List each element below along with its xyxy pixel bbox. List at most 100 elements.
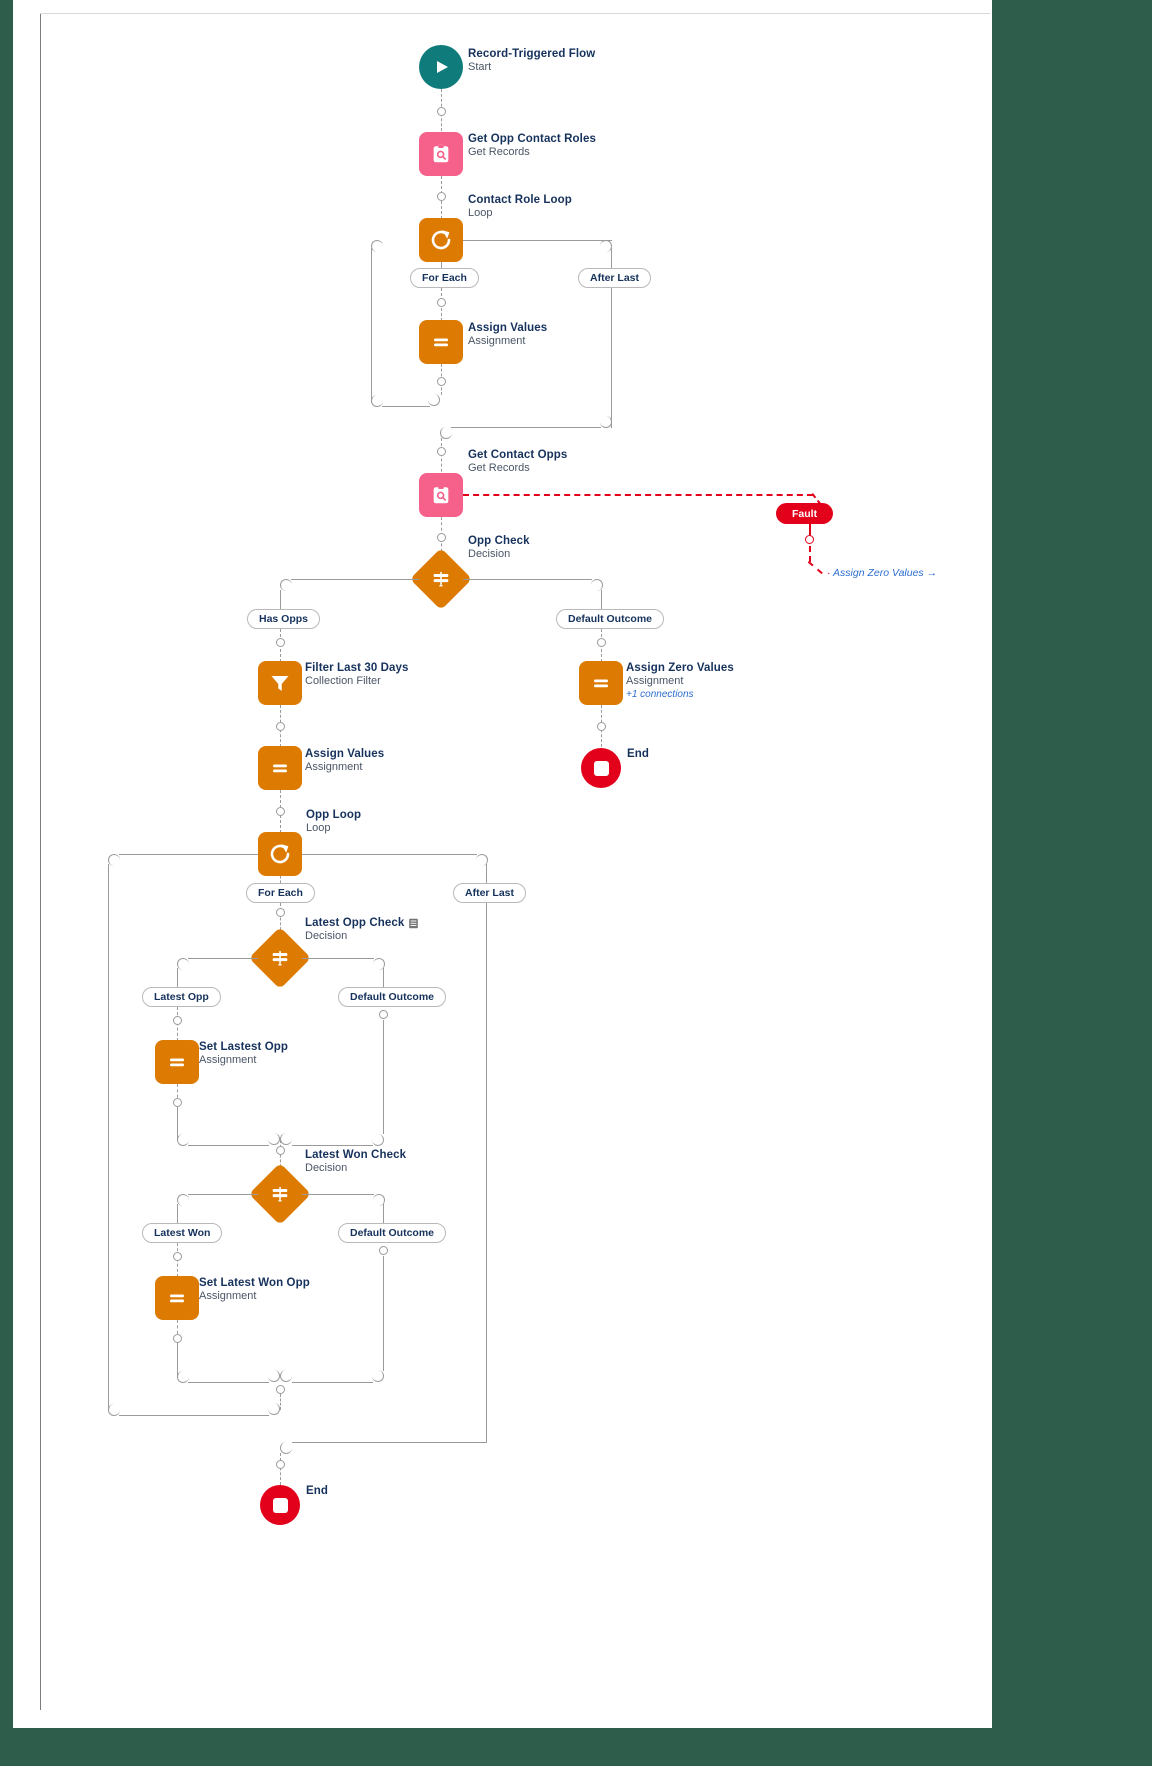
node-contact-role-loop-label: Contact Role Loop Loop bbox=[468, 194, 572, 220]
node-assign-zero-values[interactable] bbox=[579, 661, 623, 705]
latest-opp-merge-left-line bbox=[188, 1145, 269, 1146]
connector-add-dot[interactable] bbox=[173, 1334, 182, 1343]
node-end-2[interactable] bbox=[260, 1485, 300, 1525]
node-start-label: Record-Triggered Flow Start bbox=[468, 48, 596, 74]
opp-check-left-line bbox=[291, 579, 419, 580]
assignment-icon bbox=[579, 661, 623, 705]
loop2-bracket-return bbox=[268, 1403, 280, 1415]
connector-add-dot[interactable] bbox=[276, 1460, 285, 1469]
latest-won-merge-left-line bbox=[188, 1382, 269, 1383]
node-start[interactable] bbox=[419, 45, 463, 89]
canvas-board[interactable] bbox=[40, 14, 991, 1710]
connector-add-dot[interactable] bbox=[276, 807, 285, 816]
connector-add-dot[interactable] bbox=[597, 722, 606, 731]
connector-add-dot[interactable] bbox=[437, 533, 446, 542]
fault-badge[interactable]: Fault bbox=[776, 503, 834, 524]
node-end-1[interactable] bbox=[581, 748, 621, 788]
connector-add-dot[interactable] bbox=[437, 107, 446, 116]
node-get-contact-opps-label: Get Contact Opps Get Records bbox=[468, 449, 568, 475]
assignment-icon bbox=[155, 1276, 199, 1320]
window-frame-bottom bbox=[0, 1728, 1152, 1766]
filter-icon bbox=[258, 661, 302, 705]
end-icon bbox=[581, 748, 621, 788]
connector-add-dot[interactable] bbox=[276, 722, 285, 731]
connector-add-dot[interactable] bbox=[276, 638, 285, 647]
branch-label-default-outcome-3[interactable]: Default Outcome bbox=[338, 1223, 447, 1243]
node-assign-values-1[interactable] bbox=[419, 320, 463, 364]
connector-add-dot[interactable] bbox=[276, 1385, 285, 1394]
node-set-lastest-opp[interactable] bbox=[155, 1040, 199, 1084]
flow-builder-canvas[interactable]: Record-Triggered Flow Start Get Opp Cont… bbox=[0, 0, 1152, 1766]
loop1-left-rail bbox=[371, 248, 372, 403]
connector-add-dot[interactable] bbox=[437, 447, 446, 456]
connector-add-dot[interactable] bbox=[173, 1016, 182, 1025]
connector-add-dot[interactable] bbox=[379, 1010, 388, 1019]
description-note-icon[interactable] bbox=[408, 918, 419, 929]
fault-add-dot[interactable] bbox=[805, 535, 814, 544]
node-filter-last-30-days[interactable] bbox=[258, 661, 302, 705]
latest-won-merge-right-line bbox=[292, 1382, 373, 1383]
fault-connector-line bbox=[463, 494, 813, 496]
branch-label-default-outcome-2[interactable]: Default Outcome bbox=[338, 987, 447, 1007]
latest-opp-merge-right-line bbox=[292, 1145, 373, 1146]
connector-add-dot[interactable] bbox=[437, 192, 446, 201]
node-opp-check-label: Opp Check Decision bbox=[468, 535, 530, 561]
branch-label-latest-opp[interactable]: Latest Opp bbox=[142, 987, 221, 1007]
latest-opp-left-line bbox=[188, 958, 258, 959]
branch-label-for-each-1[interactable]: For Each bbox=[410, 268, 479, 288]
latest-opp-merge-bracket-bl2 bbox=[280, 1133, 292, 1145]
node-opp-loop-label: Opp Loop Loop bbox=[306, 809, 362, 835]
branch-label-for-each-2[interactable]: For Each bbox=[246, 883, 315, 903]
branch-label-after-last-1[interactable]: After Last bbox=[578, 268, 652, 288]
connector-loop2-stub bbox=[280, 876, 281, 883]
node-get-contact-opps[interactable] bbox=[419, 473, 463, 517]
latest-opp-right-merge-rail bbox=[383, 1020, 384, 1134]
node-assign-values-2[interactable] bbox=[258, 746, 302, 790]
assignment-icon bbox=[258, 746, 302, 790]
node-latest-won-check-label: Latest Won Check Decision bbox=[305, 1149, 407, 1175]
loop1-bracket-tl bbox=[371, 240, 383, 252]
window-frame-left bbox=[0, 0, 13, 1766]
connector-add-dot[interactable] bbox=[597, 638, 606, 647]
latest-won-bracket-tl bbox=[177, 1194, 189, 1206]
node-get-opp-contact-roles-label: Get Opp Contact Roles Get Records bbox=[468, 133, 596, 159]
loop2-left-entry-line bbox=[119, 854, 258, 855]
connector-add-dot[interactable] bbox=[173, 1098, 182, 1107]
get-records-icon bbox=[419, 132, 463, 176]
loop2-right-rail bbox=[486, 864, 487, 1442]
connector-add-dot[interactable] bbox=[379, 1246, 388, 1255]
latest-won-right-merge-rail bbox=[383, 1256, 384, 1371]
node-opp-check[interactable] bbox=[409, 547, 473, 611]
branch-label-after-last-2[interactable]: After Last bbox=[453, 883, 527, 903]
node-latest-opp-check-label: Latest Opp Check Decision bbox=[305, 916, 419, 944]
connector-add-dot[interactable] bbox=[173, 1252, 182, 1261]
assign-zero-connections-link[interactable]: +1 connections bbox=[626, 689, 734, 702]
node-latest-opp-check[interactable] bbox=[248, 926, 312, 990]
connector-add-dot[interactable] bbox=[276, 908, 285, 917]
assignment-icon bbox=[155, 1040, 199, 1084]
branch-label-default-outcome-1[interactable]: Default Outcome bbox=[556, 609, 665, 629]
connector-loop1-stub bbox=[441, 262, 442, 268]
node-latest-won-check[interactable] bbox=[248, 1162, 312, 1226]
node-end-2-label: End bbox=[306, 1485, 329, 1497]
branch-label-latest-won[interactable]: Latest Won bbox=[142, 1223, 223, 1243]
get-records-icon bbox=[419, 473, 463, 517]
loop2-after-last-line bbox=[302, 854, 477, 855]
latest-opp-merge-bracket-br bbox=[268, 1133, 280, 1145]
node-contact-role-loop[interactable] bbox=[419, 218, 463, 262]
loop2-return-line bbox=[119, 1415, 269, 1416]
loop2-left-rail bbox=[108, 864, 109, 1410]
connector-add-dot[interactable] bbox=[276, 1146, 285, 1155]
connector-add-dot[interactable] bbox=[437, 377, 446, 386]
connector-add-dot[interactable] bbox=[437, 298, 446, 307]
branch-label-has-opps[interactable]: Has Opps bbox=[247, 609, 321, 629]
node-set-lastest-opp-label: Set Lastest Opp Assignment bbox=[199, 1041, 289, 1067]
latest-won-right-rail bbox=[383, 1204, 384, 1224]
node-set-latest-won-opp[interactable] bbox=[155, 1276, 199, 1320]
latest-won-merge-bracket-br bbox=[268, 1370, 280, 1382]
fault-goto-label[interactable]: · Assign Zero Values → bbox=[827, 567, 937, 579]
node-get-opp-contact-roles[interactable] bbox=[419, 132, 463, 176]
latest-won-left-rail bbox=[177, 1204, 178, 1224]
node-opp-loop[interactable] bbox=[258, 832, 302, 876]
assignment-icon bbox=[419, 320, 463, 364]
